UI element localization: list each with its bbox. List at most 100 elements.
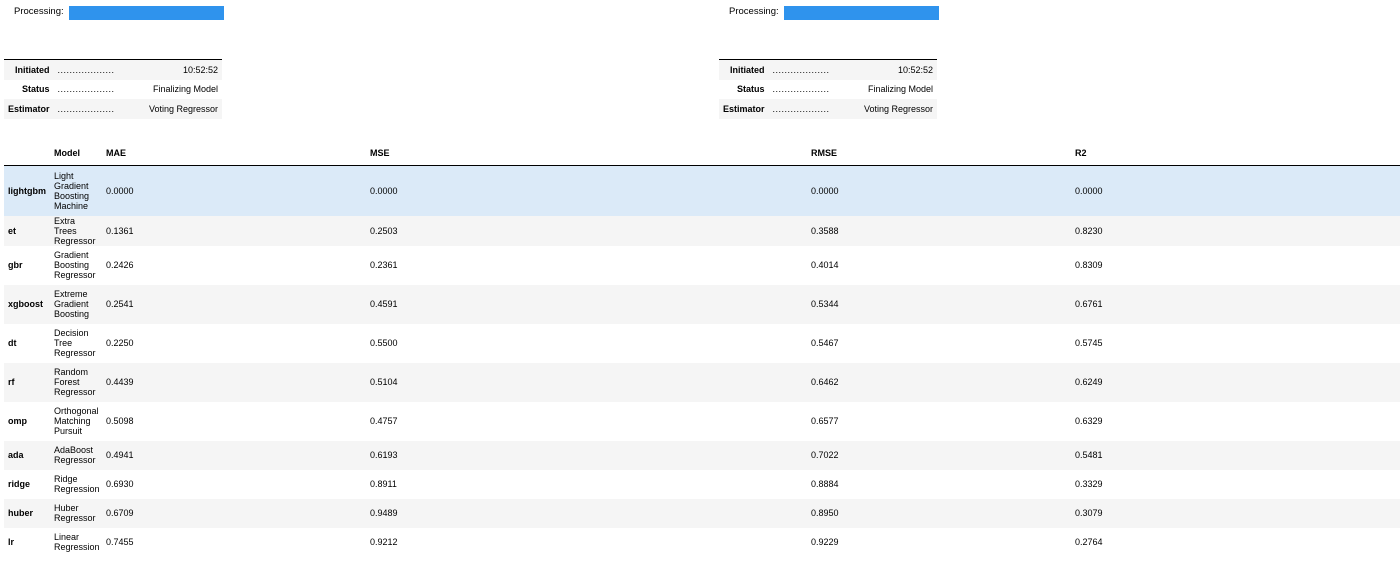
mse-cell: 0.2361 xyxy=(370,260,398,270)
mse-cell: 0.4591 xyxy=(366,284,807,324)
info-key: Status xyxy=(22,84,50,95)
status-info-table: Initiated ................... 10:52:52 S… xyxy=(4,59,222,119)
table-row: ridge Ridge Regression 0.6930 0.8911 0.8884 0… xyxy=(4,470,1400,499)
rmse-cell: 0.6577 xyxy=(811,416,839,426)
mae-cell: 0.4439 xyxy=(102,362,366,402)
processing-label: Processing: xyxy=(729,6,779,17)
progress-bar-fill xyxy=(69,6,224,20)
info-dots: ................... xyxy=(772,84,830,95)
info-row-status: Status ................... Finalizing Mo… xyxy=(4,80,222,100)
row-id-cell: ridge xyxy=(8,479,31,489)
info-dots: ................... xyxy=(768,59,846,80)
table-row: rf Random Forest Regressor 0.4439 0.5104 0.6… xyxy=(4,362,1400,402)
rmse-cell: 0.6462 xyxy=(807,362,1071,402)
mae-cell: 0.6930 xyxy=(106,479,134,489)
mae-cell: 0.2541 xyxy=(102,284,366,324)
info-key: Estimator xyxy=(4,99,54,119)
row-id-cell: rf xyxy=(4,362,50,402)
table-row: omp Orthogonal Matching Pursuit 0.5098 0.47… xyxy=(4,402,1400,441)
mae-cell: 0.4941 xyxy=(102,440,366,470)
info-value: Voting Regressor xyxy=(130,99,222,119)
r2-cell: 0.0000 xyxy=(1071,165,1400,216)
mse-cell: 0.4757 xyxy=(370,416,398,426)
info-value: 10:52:52 xyxy=(130,59,222,80)
table-header-row: Model MAE MSE RMSE R2 xyxy=(4,141,1400,166)
r2-cell: 0.5745 xyxy=(1075,338,1103,348)
table-row: et Extra Trees Regressor 0.1361 0.2503 0.358… xyxy=(4,215,1400,246)
table-row: lr Linear Regression 0.7455 0.9212 0.9229 0.2… xyxy=(4,528,1400,557)
r2-cell: 0.3329 xyxy=(1075,479,1103,489)
mae-cell: 0.5098 xyxy=(106,416,134,426)
mae-cell: 0.7455 xyxy=(106,537,134,547)
rmse-cell: 0.9229 xyxy=(811,537,839,547)
info-key: Initiated xyxy=(4,59,54,80)
info-row-initiated: Initiated ................... 10:52:52 xyxy=(719,59,937,80)
mse-cell: 0.8911 xyxy=(370,479,397,489)
table-row: lightgbm Light Gradient Boosting Machine 0… xyxy=(4,165,1400,216)
table-body: lightgbm Light Gradient Boosting Machine 0… xyxy=(4,165,1400,557)
rmse-cell: 0.7022 xyxy=(807,440,1071,470)
info-row-status: Status ................... Finalizing Mo… xyxy=(719,80,937,100)
r2-cell: 0.8309 xyxy=(1075,260,1103,270)
r2-cell: 0.8230 xyxy=(1071,215,1400,246)
mse-cell: 0.2503 xyxy=(366,215,807,246)
mae-cell: 0.6709 xyxy=(102,498,366,528)
r2-cell: 0.6329 xyxy=(1075,416,1103,426)
info-row-estimator: Estimator ................... Voting Reg… xyxy=(4,99,222,119)
column-header-model: Model xyxy=(50,141,102,166)
info-dots: ................... xyxy=(53,59,131,80)
rmse-cell: 0.0000 xyxy=(807,165,1071,216)
processing-indicator: Processing: xyxy=(14,6,224,20)
info-value: Finalizing Model xyxy=(152,84,218,95)
mae-cell: 0.1361 xyxy=(102,215,366,246)
row-id-cell: dt xyxy=(8,338,17,348)
column-header-rmse: RMSE xyxy=(807,141,1071,166)
table-row: xgboost Extreme Gradient Boosting 0.2541 0.… xyxy=(4,284,1400,324)
model-name-cell: Random Forest Regressor xyxy=(50,362,102,402)
r2-cell: 0.6761 xyxy=(1071,284,1400,324)
r2-cell: 0.6249 xyxy=(1071,362,1400,402)
table-row: dt Decision Tree Regressor 0.2250 0.5500 0.5… xyxy=(4,324,1400,363)
rmse-cell: 0.4014 xyxy=(811,260,839,270)
info-value: Voting Regressor xyxy=(845,99,937,119)
row-id-cell: lightgbm xyxy=(4,165,50,216)
model-name-cell: Extreme Gradient Boosting xyxy=(50,284,102,324)
model-name-cell: Linear Regression xyxy=(54,532,100,552)
rmse-cell: 0.5467 xyxy=(811,338,839,348)
model-name-cell: AdaBoost Regressor xyxy=(50,440,102,470)
model-name-cell: Light Gradient Boosting Machine xyxy=(50,165,102,216)
row-id-cell: xgboost xyxy=(4,284,50,324)
model-name-cell: Huber Regressor xyxy=(50,498,102,528)
row-id-cell: gbr xyxy=(8,260,23,270)
column-header-mse: MSE xyxy=(366,141,807,166)
mse-cell: 0.9489 xyxy=(366,498,807,528)
mse-cell: 0.5104 xyxy=(366,362,807,402)
info-value: 10:52:52 xyxy=(845,59,937,80)
info-dots: ................... xyxy=(53,99,131,119)
mse-cell: 0.9212 xyxy=(370,537,398,547)
mse-cell: 0.5500 xyxy=(370,338,398,348)
info-key: Initiated xyxy=(719,59,769,80)
rmse-cell: 0.3588 xyxy=(807,215,1071,246)
model-name-cell: Orthogonal Matching Pursuit xyxy=(54,406,99,436)
info-key: Estimator xyxy=(719,99,769,119)
row-id-cell: huber xyxy=(4,498,50,528)
progress-bar xyxy=(784,6,939,20)
info-row-estimator: Estimator ................... Voting Reg… xyxy=(719,99,937,119)
row-id-cell: et xyxy=(4,215,50,246)
status-info-table: Initiated ................... 10:52:52 S… xyxy=(719,59,937,119)
table-row: ada AdaBoost Regressor 0.4941 0.6193 0.7022 0… xyxy=(4,440,1400,470)
column-header-index xyxy=(4,141,50,166)
progress-bar-fill xyxy=(784,6,939,20)
mae-cell: 0.2250 xyxy=(106,338,134,348)
mse-cell: 0.0000 xyxy=(366,165,807,216)
rmse-cell: 0.8950 xyxy=(807,498,1071,528)
info-key: Status xyxy=(737,84,765,95)
r2-cell: 0.3079 xyxy=(1071,498,1400,528)
mae-cell: 0.0000 xyxy=(102,165,366,216)
row-id-cell: lr xyxy=(8,537,15,547)
info-value: Finalizing Model xyxy=(867,84,933,95)
info-dots: ................... xyxy=(57,84,115,95)
r2-cell: 0.5481 xyxy=(1071,440,1400,470)
mae-cell: 0.2426 xyxy=(106,260,134,270)
